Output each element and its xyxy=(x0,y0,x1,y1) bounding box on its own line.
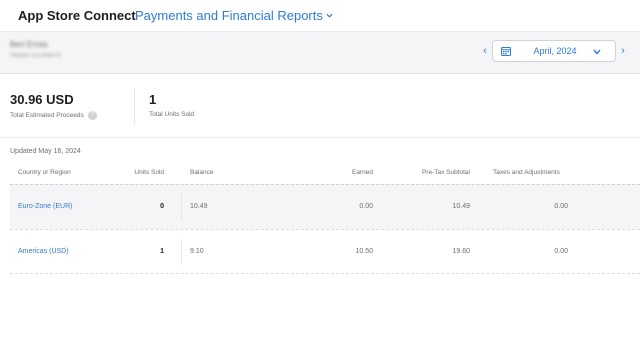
help-icon[interactable]: ? xyxy=(87,111,97,120)
balance-cell: 10.49 xyxy=(190,203,208,210)
section-menu[interactable]: Payments and Financial Reports xyxy=(135,8,333,23)
summary-panel: 30.96 USD Total Estimated Proceeds ? 1 T… xyxy=(0,74,640,138)
column-divider xyxy=(181,194,182,220)
table-header: Country or Region Units Sold Balance Ear… xyxy=(10,162,640,184)
table-row: Americas (USD) 1 9.10 10.50 19.60 0.00 xyxy=(10,229,640,274)
region-link[interactable]: Euro-Zone (EUR) xyxy=(18,203,72,210)
proceeds-value: 30.96 USD xyxy=(10,92,74,107)
proceeds-metric: 30.96 USD Total Estimated Proceeds ? xyxy=(10,92,97,120)
earned-cell: 10.50 xyxy=(355,248,373,255)
next-period-button[interactable]: › xyxy=(618,44,628,58)
top-bar: App Store Connect Payments and Financial… xyxy=(0,0,640,32)
metric-divider xyxy=(134,88,135,124)
column-header-taxes: Taxes and Adjustments xyxy=(493,169,560,176)
taxes-cell: 0.00 xyxy=(554,248,568,255)
pretax-cell: 19.60 xyxy=(452,248,470,255)
column-header-balance: Balance xyxy=(190,169,214,176)
balance-cell: 9.10 xyxy=(190,248,204,255)
proceeds-table: Country or Region Units Sold Balance Ear… xyxy=(10,162,640,274)
column-divider xyxy=(181,239,182,265)
units-metric: 1 Total Units Sold xyxy=(149,92,194,118)
app-title: App Store Connect xyxy=(18,8,136,23)
column-header-units: Units Sold xyxy=(134,169,164,176)
updated-date: Updated May 16, 2024 xyxy=(10,148,81,155)
account-subtitle: Vendor #12345678 xyxy=(10,53,61,59)
chevron-down-icon xyxy=(326,13,333,18)
units-value: 1 xyxy=(149,92,157,107)
taxes-cell: 0.00 xyxy=(554,203,568,210)
units-cell: 0 xyxy=(160,203,164,210)
region-link[interactable]: Americas (USD) xyxy=(18,248,69,255)
pretax-cell: 10.49 xyxy=(452,203,470,210)
earned-cell: 0.00 xyxy=(359,203,373,210)
table-row: Euro-Zone (EUR) 0 10.49 0.00 10.49 0.00 xyxy=(10,184,640,229)
proceeds-label: Total Estimated Proceeds xyxy=(10,112,84,119)
chevron-down-icon xyxy=(593,49,601,55)
units-cell: 1 xyxy=(160,248,164,255)
section-menu-label: Payments and Financial Reports xyxy=(135,8,323,23)
period-picker: ‹ April, 2024 › xyxy=(480,40,630,62)
column-header-pretax: Pre-Tax Subtotal xyxy=(421,169,470,176)
column-header-region: Country or Region xyxy=(18,169,71,176)
period-select[interactable]: April, 2024 xyxy=(492,40,616,62)
units-label: Total Units Sold xyxy=(149,111,195,118)
account-name: Bert Ernas xyxy=(10,40,48,49)
column-header-earned: Earned xyxy=(352,169,373,176)
previous-period-button[interactable]: ‹ xyxy=(480,44,490,58)
